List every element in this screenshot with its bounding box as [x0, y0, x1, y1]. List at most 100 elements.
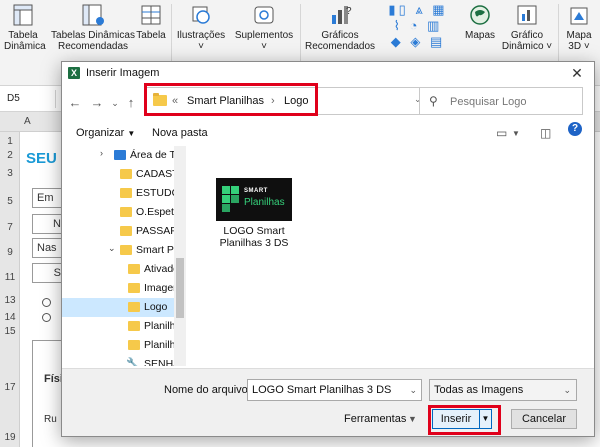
- row-header[interactable]: 14: [0, 312, 20, 323]
- preview-pane-icon[interactable]: ◫: [540, 126, 551, 140]
- pivot-chart-icon: [514, 2, 540, 28]
- chevron-down-icon[interactable]: ⌄: [108, 243, 116, 254]
- folder-icon: [120, 188, 132, 198]
- tree-item-folder[interactable]: Planilha: [62, 336, 174, 355]
- tree-scrollbar[interactable]: [174, 146, 186, 366]
- row-header[interactable]: 17: [0, 382, 20, 393]
- svg-text:?: ?: [346, 6, 352, 17]
- folder-icon: [128, 321, 140, 331]
- tree-item-folder[interactable]: CADASTI: [62, 165, 174, 184]
- tree-item-folder[interactable]: Imager: [62, 279, 174, 298]
- desktop-icon: [114, 150, 126, 160]
- row-header[interactable]: 2: [0, 150, 20, 161]
- map-3d-button[interactable]: Mapa 3D ˅: [562, 2, 596, 52]
- pivot-table-icon: [10, 2, 36, 28]
- filetype-select[interactable]: Todas as Imagens ⌄: [429, 379, 577, 401]
- caret-down-icon[interactable]: ▼: [512, 129, 520, 138]
- arrow-left-icon: ←: [68, 95, 82, 110]
- folder-icon: [128, 302, 140, 312]
- addins-icon: [251, 2, 277, 28]
- recommended-charts-button[interactable]: ? Gráficos Recomendados: [305, 2, 375, 52]
- chart-types-icon: ▮▯ ⩓ ▦ ⌇ ◔ ▥ ◆ ◈ ▤: [388, 2, 448, 49]
- row-header[interactable]: 11: [0, 272, 20, 283]
- search-box[interactable]: ⚲ Pesquisar Logo: [419, 87, 583, 115]
- chart-types-group[interactable]: ▮▯ ⩓ ▦ ⌇ ◔ ▥ ◆ ◈ ▤: [376, 2, 460, 50]
- map-3d-icon: [566, 2, 592, 28]
- tree-item-folder[interactable]: PASSAPO: [62, 222, 174, 241]
- close-icon: ✕: [571, 65, 583, 81]
- filename-input[interactable]: LOGO Smart Planilhas 3 DS ⌄: [247, 379, 422, 401]
- recommended-charts-icon: ?: [327, 2, 353, 28]
- arrow-right-icon: →: [90, 95, 104, 110]
- search-placeholder: Pesquisar Logo: [450, 96, 527, 108]
- tree-item-folder[interactable]: 🔧 SENHA: [62, 355, 174, 366]
- up-button[interactable]: ↑: [122, 92, 140, 114]
- row-header[interactable]: 9: [0, 247, 20, 258]
- tree-item-folder[interactable]: ⌄ Smart Pla: [62, 241, 174, 260]
- name-box[interactable]: D5: [2, 90, 56, 108]
- row-header[interactable]: 1: [0, 136, 20, 147]
- folder-icon: [120, 207, 132, 217]
- tools-button[interactable]: Ferramentas ▼: [344, 413, 417, 425]
- scrollbar-thumb[interactable]: [176, 258, 184, 318]
- caret-down-icon: ▼: [408, 414, 417, 424]
- row-header[interactable]: 15: [0, 326, 20, 337]
- tree-item-folder[interactable]: Ativado: [62, 260, 174, 279]
- row-header[interactable]: 3: [0, 168, 20, 179]
- folder-icon: [128, 283, 140, 293]
- row-header[interactable]: 19: [0, 432, 20, 443]
- help-icon[interactable]: ?: [568, 122, 582, 136]
- row-header[interactable]: 13: [0, 295, 20, 306]
- chevron-right-icon[interactable]: ›: [100, 148, 103, 158]
- new-folder-button[interactable]: Nova pasta: [152, 127, 208, 139]
- pivot-chart-button[interactable]: Gráfico Dinâmico ˅: [500, 2, 554, 52]
- thumbnail-text: SMART: [244, 188, 268, 194]
- folder-icon: [128, 340, 140, 350]
- forward-button[interactable]: →: [88, 92, 106, 114]
- dialog-toolbar: Organizar ▼ Nova pasta ▭ ▼ ◫: [62, 122, 594, 146]
- illustrations-icon: [188, 2, 214, 28]
- file-name: LOGO Smart Planilhas 3 DS: [219, 225, 289, 249]
- organize-button[interactable]: Organizar ▼: [76, 127, 135, 139]
- row-header[interactable]: 5: [0, 196, 20, 207]
- tree-item-desktop[interactable]: › Área de Tra: [62, 146, 174, 165]
- tree-item-logo-selected[interactable]: Logo: [62, 298, 174, 317]
- row-header[interactable]: 7: [0, 222, 20, 233]
- dialog-footer: Nome do arquivo: LOGO Smart Planilhas 3 …: [62, 368, 594, 436]
- excel-icon: X: [68, 67, 80, 79]
- table-button[interactable]: Tabela: [136, 2, 166, 41]
- chevron-down-icon: ⌄: [563, 385, 571, 395]
- recommended-pivot-icon: [80, 2, 106, 28]
- view-options-icon[interactable]: ▭: [496, 126, 507, 140]
- illustrations-button[interactable]: Ilustrações ˅: [176, 2, 226, 52]
- close-button[interactable]: ✕: [568, 64, 586, 82]
- address-highlight-box: [144, 83, 318, 116]
- tree-item-folder[interactable]: ESTUDOS: [62, 184, 174, 203]
- back-button[interactable]: ←: [66, 92, 84, 114]
- recommended-pivot-button[interactable]: Tabelas Dinâmicas Recomendadas: [48, 2, 138, 52]
- search-icon: ⚲: [429, 94, 438, 108]
- chevron-down-icon[interactable]: ⌄: [409, 385, 417, 396]
- tree-item-folder[interactable]: O.Espeta: [62, 203, 174, 222]
- cancel-button[interactable]: Cancelar: [511, 409, 577, 429]
- pivot-table-button[interactable]: Tabela Dinâmica: [4, 2, 46, 52]
- tree-item-folder[interactable]: Planilha: [62, 317, 174, 336]
- arrow-up-icon: ↑: [127, 95, 135, 110]
- addins-button[interactable]: Suplementos ˅: [233, 2, 295, 52]
- dialog-titlebar[interactable]: X Inserir Imagem ✕: [62, 62, 594, 84]
- column-header-a[interactable]: A: [24, 116, 31, 127]
- dialog-title: Inserir Imagem: [86, 67, 160, 79]
- insert-highlight-box: [428, 405, 501, 435]
- radio-option[interactable]: [42, 298, 51, 307]
- section-border: [32, 340, 62, 447]
- image-thumbnail: SMART Planilhas: [216, 178, 292, 221]
- filename-label: Nome do arquivo:: [164, 384, 251, 396]
- navigation-pane[interactable]: › Área de Tra CADASTI ESTUDOS O.Espeta P…: [62, 146, 186, 366]
- folder-icon: [120, 226, 132, 236]
- field-label: Ru: [44, 414, 57, 425]
- folder-icon: [128, 264, 140, 274]
- maps-button[interactable]: Mapas: [462, 2, 498, 41]
- file-list[interactable]: SMART Planilhas LOGO Smart Planilhas 3 D…: [190, 146, 594, 368]
- radio-option[interactable]: [42, 313, 51, 322]
- folder-icon: [120, 245, 132, 255]
